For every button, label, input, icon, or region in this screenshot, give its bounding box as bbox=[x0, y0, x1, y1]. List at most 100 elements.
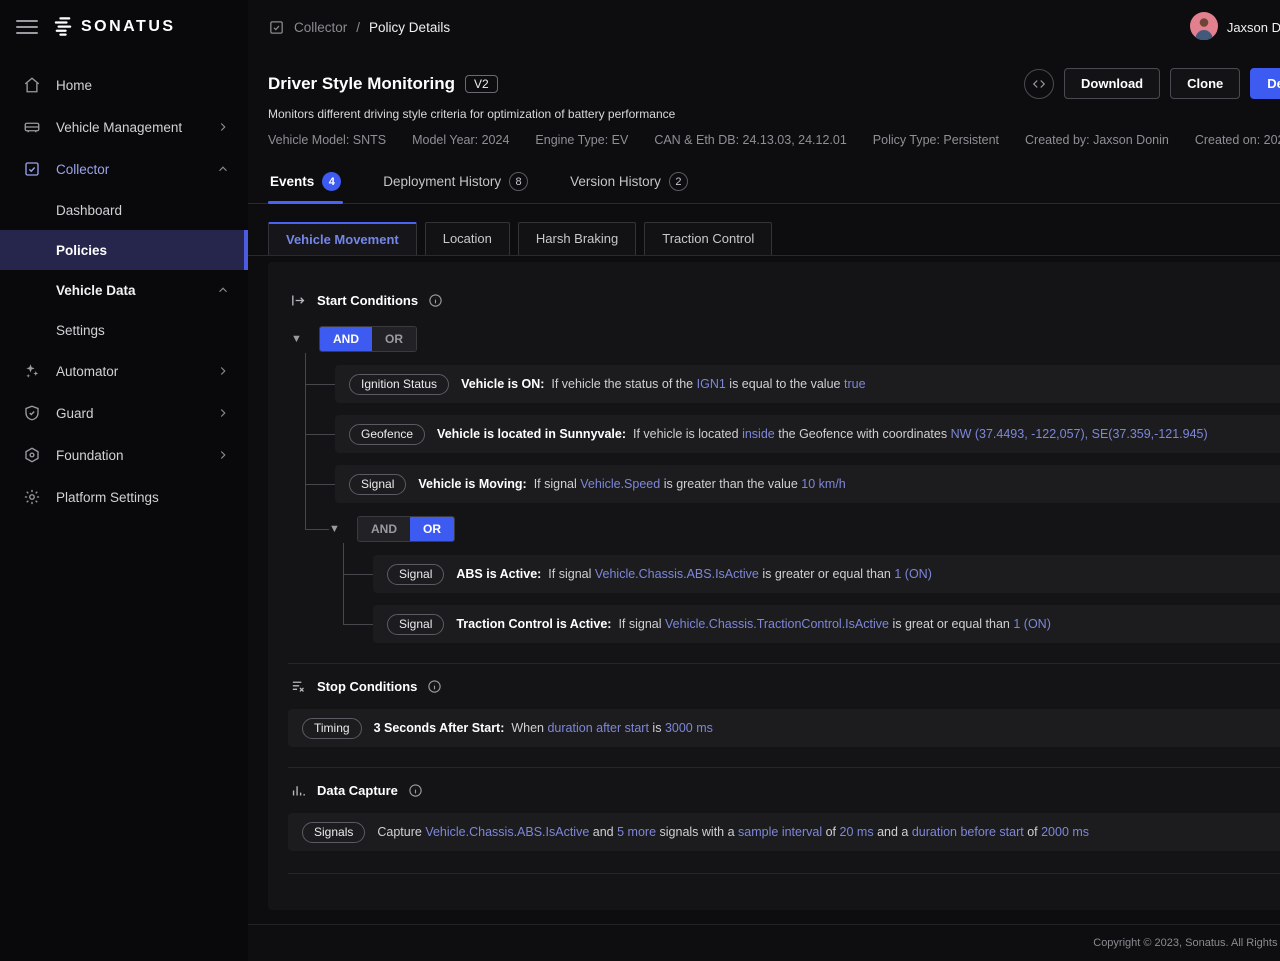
sidebar-item-home[interactable]: Home bbox=[0, 64, 248, 106]
and-option[interactable]: AND bbox=[320, 327, 372, 351]
start-conditions-tree: ▼ AND OR Ignition Status Vehicle is ON: … bbox=[288, 325, 1280, 643]
main-area: Collector / Policy Details Jaxson Donin … bbox=[248, 0, 1280, 961]
user-menu[interactable]: Jaxson Donin bbox=[1190, 12, 1280, 43]
start-conditions-header: Start Conditions bbox=[290, 292, 1280, 309]
sidebar-header: SONATUS bbox=[0, 0, 248, 54]
condition-type-pill: Signal bbox=[349, 474, 406, 495]
code-view-button[interactable] bbox=[1024, 69, 1054, 99]
meta-vehicle-model: Vehicle Model: SNTS bbox=[268, 133, 386, 147]
topbar: Collector / Policy Details Jaxson Donin bbox=[248, 0, 1280, 54]
breadcrumb: Collector / Policy Details bbox=[268, 19, 450, 36]
chevron-right-icon bbox=[216, 448, 230, 462]
data-capture-icon bbox=[290, 782, 307, 799]
condition-vehicle-moving[interactable]: Signal Vehicle is Moving: If signal Vehi… bbox=[335, 465, 1280, 503]
page-header: Driver Style Monitoring V2 Download Clon… bbox=[248, 54, 1280, 147]
condition-abs-active[interactable]: Signal ABS is Active: If signal Vehicle.… bbox=[373, 555, 1280, 593]
chevron-up-icon bbox=[216, 283, 230, 297]
chevron-right-icon bbox=[216, 120, 230, 134]
deploy-button[interactable]: Deploy bbox=[1250, 68, 1280, 99]
meta-can-eth-db: CAN & Eth DB: 24.13.03, 24.12.01 bbox=[654, 133, 846, 147]
subtab-location[interactable]: Location bbox=[425, 222, 510, 255]
brand-name: SONATUS bbox=[81, 18, 176, 36]
sidebar-item-settings[interactable]: Settings bbox=[0, 310, 248, 350]
section-divider bbox=[288, 873, 1280, 874]
condition-type-pill: Geofence bbox=[349, 424, 425, 445]
condition-type-pill: Signals bbox=[302, 822, 365, 843]
event-subtabs: Vehicle Movement Location Harsh Braking … bbox=[248, 204, 1280, 256]
vehicle-icon bbox=[22, 117, 42, 137]
collector-icon bbox=[268, 19, 285, 36]
version-history-count-badge: 2 bbox=[669, 172, 688, 191]
policy-meta: Vehicle Model: SNTS Model Year: 2024 Eng… bbox=[268, 133, 1280, 147]
meta-engine-type: Engine Type: EV bbox=[535, 133, 628, 147]
home-icon bbox=[22, 75, 42, 95]
sidebar-item-automator[interactable]: Automator bbox=[0, 350, 248, 392]
condition-type-pill: Signal bbox=[387, 614, 444, 635]
meta-created-on: Created on: 2023-12-04 bbox=[1195, 133, 1280, 147]
sidebar-item-policies[interactable]: Policies bbox=[0, 230, 248, 270]
chevron-right-icon bbox=[216, 406, 230, 420]
meta-model-year: Model Year: 2024 bbox=[412, 133, 509, 147]
gear-icon bbox=[22, 487, 42, 507]
and-option[interactable]: AND bbox=[358, 517, 410, 541]
and-or-toggle-2: AND OR bbox=[357, 516, 455, 542]
events-count-badge: 4 bbox=[322, 172, 341, 191]
policy-description: Monitors different driving style criteri… bbox=[268, 107, 1280, 121]
logic-group-1: ▼ AND OR bbox=[288, 325, 1280, 353]
tab-deployment-history[interactable]: Deployment History 8 bbox=[381, 163, 530, 203]
or-option[interactable]: OR bbox=[410, 517, 454, 541]
condition-type-pill: Ignition Status bbox=[349, 374, 449, 395]
condition-traction-control-active[interactable]: Signal Traction Control is Active: If si… bbox=[373, 605, 1280, 643]
breadcrumb-policy-details: Policy Details bbox=[369, 20, 450, 35]
sidebar-item-platform-settings[interactable]: Platform Settings bbox=[0, 476, 248, 518]
subtab-traction-control[interactable]: Traction Control bbox=[644, 222, 772, 255]
stop-conditions-icon bbox=[290, 678, 307, 695]
subtab-vehicle-movement[interactable]: Vehicle Movement bbox=[268, 222, 417, 255]
condition-timing[interactable]: Timing 3 Seconds After Start: When durat… bbox=[288, 709, 1280, 747]
sidebar-item-vehicle-data[interactable]: Vehicle Data bbox=[0, 270, 248, 310]
breadcrumb-separator: / bbox=[356, 20, 360, 35]
data-capture-header: Data Capture bbox=[290, 782, 1280, 799]
hamburger-menu-icon[interactable] bbox=[16, 16, 38, 38]
start-conditions-icon bbox=[290, 292, 307, 309]
user-name: Jaxson Donin bbox=[1227, 20, 1280, 35]
sidebar-item-foundation[interactable]: Foundation bbox=[0, 434, 248, 476]
condition-type-pill: Signal bbox=[387, 564, 444, 585]
sidebar-item-guard[interactable]: Guard bbox=[0, 392, 248, 434]
stop-conditions-header: Stop Conditions bbox=[290, 678, 1280, 695]
page-title: Driver Style Monitoring bbox=[268, 74, 455, 94]
download-button[interactable]: Download bbox=[1064, 68, 1160, 99]
info-icon[interactable] bbox=[427, 679, 442, 694]
collapse-caret-icon[interactable]: ▼ bbox=[291, 333, 319, 345]
avatar bbox=[1190, 12, 1218, 43]
main-tabs: Events 4 Deployment History 8 Version Hi… bbox=[248, 163, 1280, 204]
and-or-toggle-1: AND OR bbox=[319, 326, 417, 352]
or-option[interactable]: OR bbox=[372, 327, 416, 351]
info-icon[interactable] bbox=[408, 783, 423, 798]
condition-ignition-status[interactable]: Ignition Status Vehicle is ON: If vehicl… bbox=[335, 365, 1280, 403]
sidebar-item-vehicle-management[interactable]: Vehicle Management bbox=[0, 106, 248, 148]
sidebar: SONATUS Home Vehicle Management Collecto… bbox=[0, 0, 248, 961]
condition-geofence[interactable]: Geofence Vehicle is located in Sunnyvale… bbox=[335, 415, 1280, 453]
package-icon bbox=[22, 445, 42, 465]
chevron-right-icon bbox=[216, 364, 230, 378]
tab-events[interactable]: Events 4 bbox=[268, 163, 343, 203]
event-config-card: Start Conditions ▼ AND OR Ignition Statu… bbox=[268, 262, 1280, 910]
collapse-caret-icon[interactable]: ▼ bbox=[329, 523, 357, 535]
section-divider bbox=[288, 767, 1280, 768]
sidebar-item-collector[interactable]: Collector bbox=[0, 148, 248, 190]
shield-check-icon bbox=[22, 403, 42, 423]
sonatus-logo-icon bbox=[52, 15, 74, 40]
info-icon[interactable] bbox=[428, 293, 443, 308]
capture-signals-row[interactable]: Signals Capture Vehicle.Chassis.ABS.IsAc… bbox=[288, 813, 1280, 851]
footer: Copyright © 2023, Sonatus. All Rights Re… bbox=[248, 924, 1280, 961]
tab-version-history[interactable]: Version History 2 bbox=[568, 163, 690, 203]
sidebar-nav: Home Vehicle Management Collector Dashbo… bbox=[0, 54, 248, 518]
clone-button[interactable]: Clone bbox=[1170, 68, 1240, 99]
sidebar-item-dashboard[interactable]: Dashboard bbox=[0, 190, 248, 230]
breadcrumb-collector[interactable]: Collector bbox=[294, 20, 347, 35]
subtab-harsh-braking[interactable]: Harsh Braking bbox=[518, 222, 636, 255]
collector-icon bbox=[22, 159, 42, 179]
copyright-text: Copyright © 2023, Sonatus. All Rights Re… bbox=[1093, 937, 1280, 949]
section-divider bbox=[288, 663, 1280, 664]
